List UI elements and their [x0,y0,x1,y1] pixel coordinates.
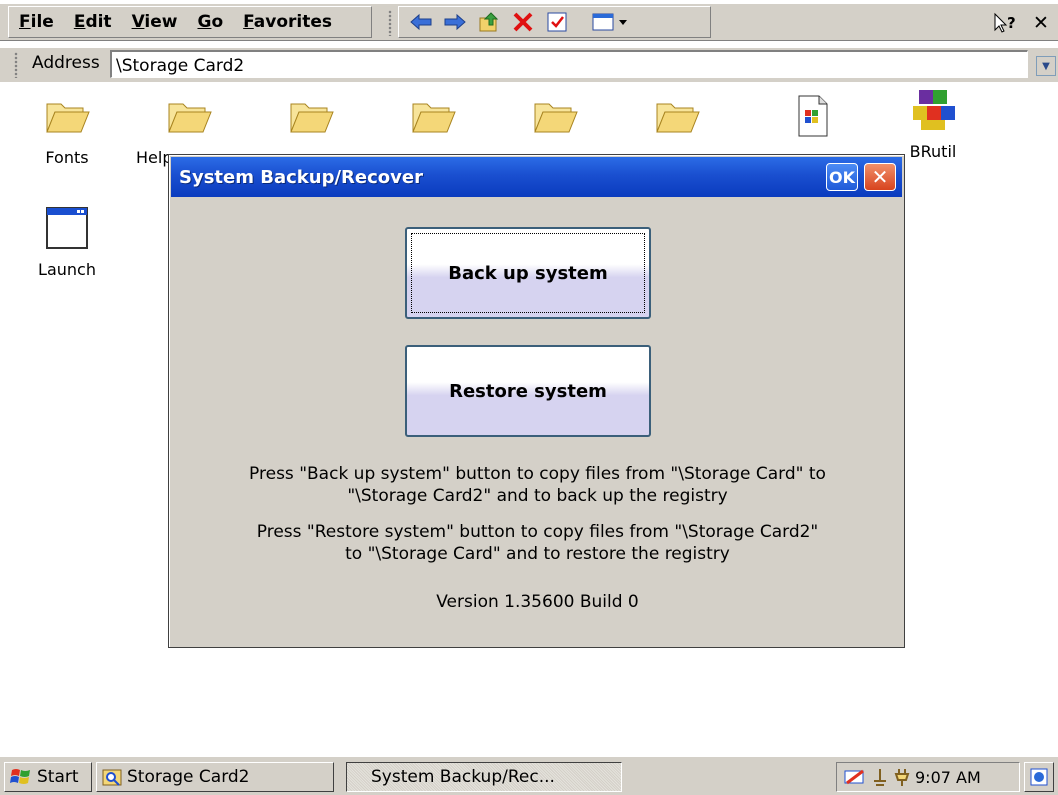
restore-system-button[interactable]: Restore system [405,345,651,437]
toolbar-separator [577,9,583,35]
up-folder-icon[interactable] [475,9,503,35]
backup-recover-dialog: System Backup/Recover OK ✕ Back up syste… [168,154,905,648]
desktop-icon-folder-6[interactable] [622,92,732,140]
backup-description-line-1: Press "Back up system" button to copy fi… [249,464,826,484]
task-system-backup[interactable]: System Backup/Rec... [346,762,622,792]
forward-arrow-icon[interactable] [441,9,469,35]
menu-file[interactable]: File [9,12,64,32]
window-icon [46,207,88,249]
desktop-icon-fonts[interactable]: Fonts [12,92,122,167]
restore-button-label: Restore system [449,380,607,402]
menu-edit[interactable]: Edit [64,12,122,32]
version-text: Version 1.35600 Build 0 [436,592,639,612]
start-button[interactable]: Start [4,762,92,792]
menu-go[interactable]: Go [187,12,233,32]
icon-label: Launch [38,260,96,279]
restore-description: Press "Restore system" button to copy fi… [169,521,906,565]
address-input[interactable]: \Storage Card2 [110,50,1028,78]
toolbar-grip[interactable] [388,10,392,36]
windows-logo-icon [10,769,30,784]
folder-icon [656,103,700,133]
dialog-close-icon[interactable]: ✕ [864,163,896,191]
clock[interactable]: 9:07 AM [915,768,981,787]
folder-icon [412,103,456,133]
explorer-icon [102,769,122,786]
desktop-icon-folder-4[interactable] [378,92,488,140]
taskbar: Start Storage Card2 System Backup/Rec...… [0,756,1058,795]
properties-icon[interactable] [543,9,571,35]
address-bar: Address \Storage Card2 ▼ [0,48,1058,82]
desktop-button[interactable] [1024,762,1054,792]
backup-description: Press "Back up system" button to copy fi… [169,463,906,507]
desktop-icon-document[interactable] [756,92,866,140]
desktop-icon-brutil[interactable]: BRutil [878,86,988,161]
desktop-icon-folder-5[interactable] [500,92,610,140]
brutil-icon [913,90,955,130]
delete-icon[interactable] [509,9,537,35]
menu-favorites[interactable]: Favorites [233,12,342,32]
folder-icon [46,103,90,133]
desktop-icon [1030,768,1048,786]
restore-description-line-2: to "\Storage Card" and to restore the re… [345,544,730,564]
backup-description-line-2: "\Storage Card2" and to back up the regi… [347,486,728,506]
ok-button[interactable]: OK [826,163,858,191]
network-icon[interactable] [871,767,889,787]
command-bar: File Edit View Go Favorites ? ✕ [0,4,1058,41]
address-dropdown-icon[interactable]: ▼ [1036,56,1056,76]
icon-label: Fonts [45,148,89,167]
folder-icon [168,103,212,133]
folder-icon [534,103,578,133]
power-plug-icon[interactable] [893,767,911,787]
task-label: System Backup/Rec... [371,767,555,787]
restore-description-line-1: Press "Restore system" button to copy fi… [256,522,819,542]
views-dropdown-icon[interactable] [589,9,633,35]
folder-icon [290,103,334,133]
dialog-titlebar[interactable]: System Backup/Recover OK ✕ [171,157,902,197]
focus-rectangle [411,233,645,313]
svg-text:?: ? [1007,14,1016,32]
task-storage-card2[interactable]: Storage Card2 [96,762,334,792]
help-icon[interactable]: ? [990,10,1020,36]
back-arrow-icon[interactable] [407,9,435,35]
menu-view[interactable]: View [122,12,188,32]
menu-bar: File Edit View Go Favorites [8,6,372,38]
address-grip[interactable] [14,52,18,78]
toolbar [398,6,711,38]
close-icon[interactable]: ✕ [1026,10,1056,36]
dialog-title: System Backup/Recover [179,167,423,188]
desktop-icon-folder-3[interactable] [256,92,366,140]
stylus-icon[interactable] [843,767,867,787]
start-label: Start [37,767,79,787]
backup-system-button[interactable]: Back up system [405,227,651,319]
system-tray: 9:07 AM [836,762,1020,792]
address-label: Address [32,53,100,73]
document-icon [798,95,828,137]
task-label: Storage Card2 [127,767,250,787]
desktop-icon-launch[interactable]: Launch [12,204,122,279]
